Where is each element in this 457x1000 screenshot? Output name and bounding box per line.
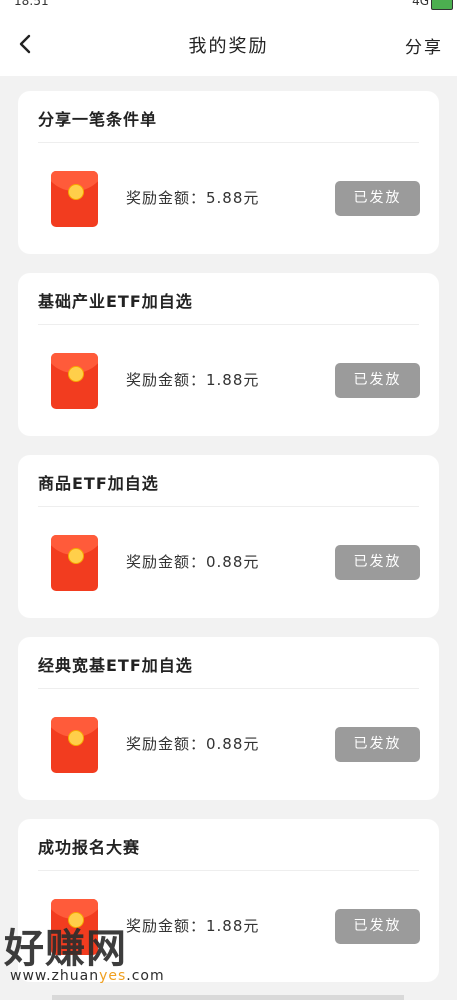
divider [38,688,419,689]
divider [38,142,419,143]
battery-icon [431,0,453,10]
reward-card: 基础产业ETF加自选 奖励金额：1.88元 已发放 [18,273,439,436]
watermark-url-prefix: www.zhuan [10,968,100,984]
reward-card: 商品ETF加自选 奖励金额：0.88元 已发放 [18,455,439,618]
reward-card: 经典宽基ETF加自选 奖励金额：0.88元 已发放 [18,637,439,800]
red-envelope-icon [51,717,98,773]
watermark-url: www.zhuanyes.com [10,968,165,984]
watermark-brand: 好赚网 [4,926,127,972]
status-time: 18:51 [14,0,49,8]
red-envelope-icon [51,535,98,591]
reward-amount: 奖励金额：0.88元 [126,735,260,753]
issued-status-button[interactable]: 已发放 [335,727,420,762]
watermark-url-accent: yes [99,968,127,984]
divider [38,324,419,325]
watermark-url-suffix: .com [126,968,165,984]
reward-title: 成功报名大赛 [38,838,141,857]
issued-status-button[interactable]: 已发放 [335,363,420,398]
reward-card: 分享一笔条件单 奖励金额：5.88元 已发放 [18,91,439,254]
reward-amount: 奖励金额：5.88元 [126,189,260,207]
issued-status-button[interactable]: 已发放 [335,909,420,944]
divider [38,506,419,507]
status-network: 4G [412,0,429,8]
nav-bar: 我的奖励 分享 [0,10,457,76]
issued-status-button[interactable]: 已发放 [335,181,420,216]
reward-title: 基础产业ETF加自选 [38,292,193,311]
bottom-edge [52,995,404,1000]
reward-amount: 奖励金额：1.88元 [126,371,260,389]
red-envelope-icon [51,171,98,227]
issued-status-button[interactable]: 已发放 [335,545,420,580]
watermark: 好赚网 www.zhuanyes.com [4,916,194,986]
reward-amount: 奖励金额：0.88元 [126,553,260,571]
red-envelope-icon [51,353,98,409]
divider [38,870,419,871]
reward-title: 经典宽基ETF加自选 [38,656,193,675]
reward-title: 分享一笔条件单 [38,110,158,129]
page-title: 我的奖励 [188,36,269,57]
share-button[interactable]: 分享 [405,33,443,58]
reward-title: 商品ETF加自选 [38,474,159,493]
status-bar: 18:51 4G [0,0,457,10]
